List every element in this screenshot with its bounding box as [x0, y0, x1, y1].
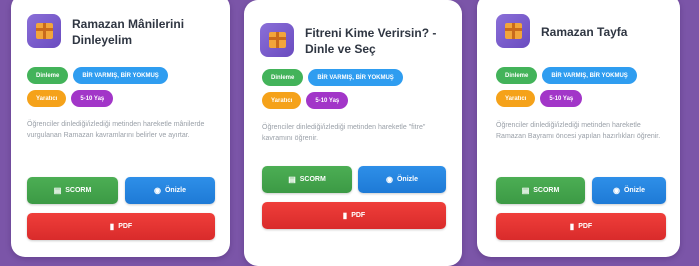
package-icon: ▤: [53, 186, 62, 195]
tag-type: Yaratıcı: [496, 90, 536, 107]
pdf-button[interactable]: ▮ PDF: [27, 213, 215, 240]
tag-skill: Dinleme: [262, 69, 304, 86]
activity-card: Ramazan Tayfa Dinleme BİR VARMIŞ, BİR YO…: [477, 0, 680, 257]
card-description: Öğrenciler dinlediği/izlediği metinden h…: [496, 122, 661, 140]
preview-label: Önizle: [623, 187, 645, 194]
tag-row: Dinleme BİR VARMIŞ, BİR YOKMUŞ: [27, 67, 168, 84]
tag-age: 5-10 Yaş: [71, 90, 114, 107]
eye-icon: ◉: [613, 186, 620, 195]
activity-card: Ramazan Mânilerini Dinleyelim Dinleme Bİ…: [11, 0, 230, 257]
scorm-button[interactable]: ▤ SCORM: [262, 166, 352, 193]
activity-card: Fitreni Kime Verirsin? - Dinle ve Seç Di…: [244, 0, 462, 266]
scorm-button[interactable]: ▤ SCORM: [27, 177, 118, 204]
document-icon: ▮: [342, 211, 348, 220]
pdf-button[interactable]: ▮ PDF: [496, 213, 666, 240]
card-title: Ramazan Tayfa: [541, 25, 628, 39]
pdf-label: PDF: [118, 223, 133, 230]
document-icon: ▮: [569, 222, 575, 231]
preview-label: Önizle: [396, 176, 418, 183]
preview-button[interactable]: ◉ Önizle: [125, 177, 215, 204]
tag-skill: Dinleme: [27, 67, 69, 84]
card-header: Ramazan Tayfa: [496, 14, 670, 60]
tag-theme: BİR VARMIŞ, BİR YOKMUŞ: [73, 67, 168, 84]
scorm-label: SCORM: [299, 176, 326, 183]
tag-row: Yaratıcı 5-10 Yaş: [262, 92, 349, 109]
card-description: Öğrenciler dinlediği/izlediği metinden h…: [262, 124, 426, 142]
tag-type: Yaratıcı: [262, 92, 302, 109]
tag-row: Yaratıcı 5-10 Yaş: [27, 90, 114, 107]
preview-button[interactable]: ◉ Önizle: [358, 166, 446, 193]
tag-row: Yaratıcı 5-10 Yaş: [496, 90, 583, 107]
scorm-label: SCORM: [65, 187, 92, 194]
pdf-label: PDF: [351, 212, 366, 219]
gift-icon: [260, 23, 294, 57]
eye-icon: ◉: [386, 175, 393, 184]
gift-icon: [496, 14, 530, 48]
pdf-button[interactable]: ▮ PDF: [262, 202, 446, 229]
tag-theme: BİR VARMIŞ, BİR YOKMUŞ: [542, 67, 637, 84]
eye-icon: ◉: [154, 186, 161, 195]
preview-label: Önizle: [164, 187, 186, 194]
card-title: Ramazan Mânilerini Dinleyelim: [72, 17, 185, 47]
scorm-button[interactable]: ▤ SCORM: [496, 177, 585, 204]
card-description: Öğrenciler dinlediği/izlediği metinden h…: [27, 121, 205, 139]
preview-button[interactable]: ◉ Önizle: [592, 177, 666, 204]
tag-row: Dinleme BİR VARMIŞ, BİR YOKMUŞ: [496, 67, 637, 84]
pdf-label: PDF: [578, 223, 593, 230]
gift-icon: [27, 14, 61, 48]
package-icon: ▤: [521, 186, 530, 195]
scorm-label: SCORM: [533, 187, 560, 194]
card-header: Fitreni Kime Verirsin? - Dinle ve Seç: [260, 23, 452, 69]
tag-theme: BİR VARMIŞ, BİR YOKMUŞ: [308, 69, 403, 86]
card-title: Fitreni Kime Verirsin? - Dinle ve Seç: [305, 26, 437, 56]
tag-type: Yaratıcı: [27, 90, 67, 107]
tag-skill: Dinleme: [496, 67, 538, 84]
tag-age: 5-10 Yaş: [306, 92, 349, 109]
package-icon: ▤: [288, 175, 296, 184]
tag-row: Dinleme BİR VARMIŞ, BİR YOKMUŞ: [262, 69, 403, 86]
tag-age: 5-10 Yaş: [540, 90, 583, 107]
card-header: Ramazan Mânilerini Dinleyelim: [27, 14, 220, 60]
document-icon: ▮: [109, 222, 115, 231]
